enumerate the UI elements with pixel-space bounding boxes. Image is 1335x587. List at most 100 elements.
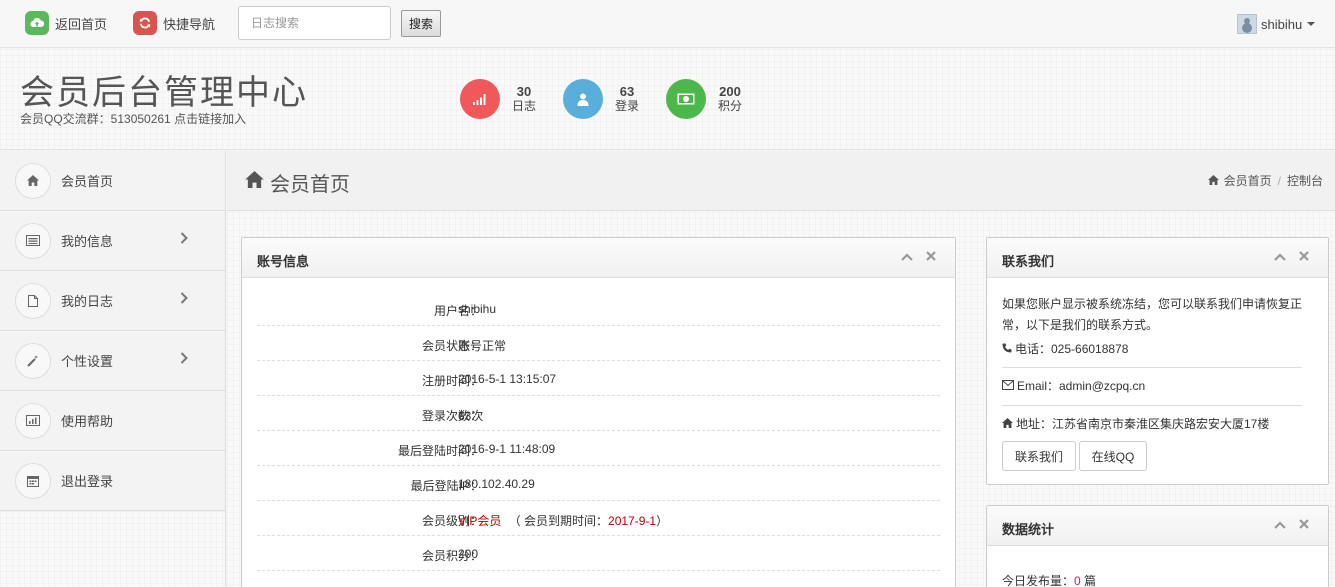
page-header: 会员首页 会员首页 / 控制台 [227,151,1335,211]
expire-suffix: ） [656,514,669,528]
close-icon[interactable] [925,248,937,264]
sidebar-item-my-info[interactable]: 我的信息 [0,211,225,271]
panel-title: 账号信息 [257,254,310,269]
sidebar-item-help[interactable]: 使用帮助 [0,391,225,451]
username: shibihu [1261,16,1303,32]
data-stats-panel: 数据统计 今日发布量：0 篇 [986,505,1329,587]
stat-value: 63 [619,84,635,99]
user-icon [563,79,603,119]
account-row-points: 会员积分： 200 [257,536,940,571]
money-icon [666,79,706,119]
row-value: shibihu [458,302,497,316]
sidebar-item-settings[interactable]: 个性设置 [0,331,225,391]
sidebar-item-label: 我的日志 [61,294,114,309]
expire-date: 2017-9-1 [608,514,657,528]
row-value: 账号正常 [458,339,507,353]
page-title-text: 会员首页 [270,174,350,196]
row-value: 200 [458,547,479,561]
today-unit: 篇 [1084,574,1097,587]
chevron-up-icon[interactable] [1274,248,1286,264]
online-qq-button[interactable]: 在线QQ [1079,441,1147,471]
signal-icon [460,79,500,119]
email-text: Email：admin@zcpq.cn [1017,379,1146,393]
bar-chart-icon [15,402,51,439]
chevron-right-icon [180,351,188,369]
home-link[interactable]: 返回首页 [25,11,107,35]
search-button[interactable]: 搜索 [401,10,441,37]
breadcrumb: 会员首页 / 控制台 [1207,172,1323,189]
panel-header: 数据统计 [987,506,1328,546]
home-link-label: 返回首页 [55,16,108,32]
panel-title: 联系我们 [1002,254,1055,269]
expire-prefix: （ 会员到期时间： [508,514,609,528]
stat-value: 30 [516,84,532,99]
account-row-register-time: 注册时间： 2016-5-1 13:15:07 [257,361,940,396]
contact-panel: 联系我们 如果您账户显示被系统冻结，您可以联系我们申请恢复正常，以下是我们的联系… [986,237,1329,485]
sidebar-item-home[interactable]: 会员首页 [0,151,225,211]
blog-search-input[interactable] [238,6,391,40]
stat-blogs[interactable]: 30 日志 [460,79,536,119]
panel-header: 联系我们 [987,238,1328,278]
quick-nav-label: 快捷导航 [163,16,216,32]
cloud-upload-icon [25,11,49,35]
stat-label: 登录 [615,99,640,113]
phone-icon [1002,339,1012,360]
home-icon [1002,414,1013,435]
top-bar: 返回首页 快捷导航 搜索 shibihu [0,0,1335,48]
stat-value: 200 [719,84,741,99]
account-row-username: 用户名： shibihu [257,291,940,326]
chevron-right-icon [180,291,188,309]
today-label: 今日发布量： [1002,574,1075,587]
chevron-up-icon[interactable] [901,248,913,264]
close-icon[interactable] [1298,248,1310,264]
qq-group-link[interactable]: 会员QQ交流群：513050261 点击链接加入 [20,110,246,127]
account-row-last-login-time: 最后登陆时间： 2016-9-1 11:48:09 [257,431,940,466]
contact-us-button[interactable]: 联系我们 [1002,441,1076,471]
account-row-login-count: 登录次数： 63次 [257,396,940,431]
user-menu[interactable]: shibihu [1237,14,1316,34]
envelope-icon [1002,376,1014,397]
caret-down-icon [1307,22,1316,26]
list-icon [15,222,51,259]
close-icon[interactable] [1298,516,1310,532]
phone-text: 电话：025-66018878 [1015,342,1129,356]
panel-header: 账号信息 [242,238,955,278]
row-value: 180.102.40.29 [458,477,535,491]
contact-address: 地址：江苏省南京市秦淮区集庆路宏安大厦17楼 [1002,414,1305,435]
contact-phone: 电话：025-66018878 [1002,339,1305,360]
sidebar-item-logout[interactable]: 退出登录 [0,451,225,511]
magic-wand-icon [15,342,51,379]
today-posts: 今日发布量：0 篇 [1002,572,1096,587]
breadcrumb-separator: / [1277,173,1281,188]
today-value: 0 [1074,574,1081,587]
account-info-panel: 账号信息 用户名： shibihu 会员状态： 账号正常 注册时间： 2016-… [241,237,956,587]
divider [1002,405,1302,406]
home-icon [1207,174,1219,188]
stat-points[interactable]: 200 积分 [666,79,742,119]
sidebar: 会员首页 我的信息 我的日志 个性设置 使用帮助 退出登录 [0,151,226,587]
chevron-up-icon[interactable] [1274,516,1286,532]
quick-nav-link[interactable]: 快捷导航 [133,11,215,35]
account-row-status: 会员状态： 账号正常 [257,326,940,361]
page-title: 会员首页 [245,168,350,197]
stat-label: 积分 [718,99,743,113]
calendar-icon [15,462,51,499]
avatar [1237,14,1257,34]
account-row-last-login-ip: 最后登陆IP： 180.102.40.29 [257,466,940,501]
sidebar-item-label: 我的信息 [61,234,114,249]
sidebar-item-label: 退出登录 [61,474,114,489]
stat-logins[interactable]: 63 登录 [563,79,639,119]
sidebar-item-label: 个性设置 [61,354,114,369]
breadcrumb-home-link[interactable]: 会员首页 [1224,172,1272,189]
site-title: 会员后台管理中心 [20,74,308,112]
row-value: 2016-5-1 13:15:07 [458,372,557,386]
panel-title: 数据统计 [1002,522,1055,537]
sidebar-item-my-blog[interactable]: 我的日志 [0,271,225,331]
refresh-icon [133,11,157,35]
row-value: 2016-9-1 11:48:09 [458,442,556,456]
home-icon [245,171,264,194]
stat-label: 日志 [512,99,537,113]
account-row-member-level: 会员级别： VIP会员 （ 会员到期时间：2017-9-1） [257,501,940,536]
sidebar-item-label: 会员首页 [61,174,114,189]
contact-intro: 如果您账户显示被系统冻结，您可以联系我们申请恢复正常，以下是我们的联系方式。 [1002,297,1303,332]
